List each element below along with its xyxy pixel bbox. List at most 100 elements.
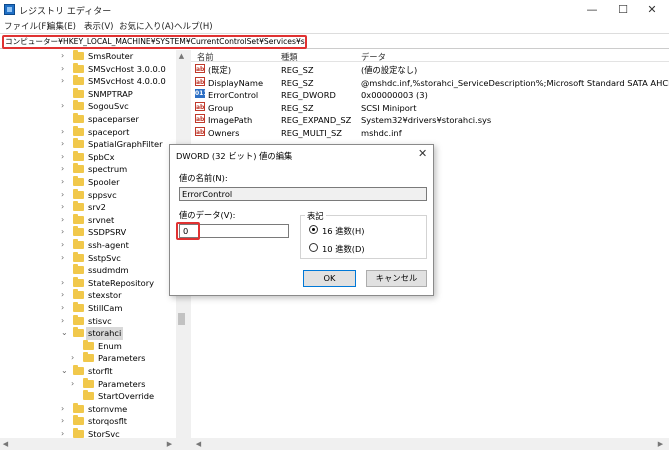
chevron-icon[interactable]: › — [61, 138, 69, 151]
close-button[interactable]: ✕ — [638, 1, 666, 18]
folder-icon — [83, 390, 94, 401]
value-data-highlight — [176, 222, 200, 240]
tree-item-label: spectrum — [88, 164, 128, 175]
value-row[interactable]: ab Owners REG_MULTI_SZ mshdc.inf — [191, 127, 669, 140]
chevron-icon[interactable]: ⌄ — [61, 327, 69, 340]
chevron-icon[interactable]: › — [71, 378, 79, 391]
tree-item-label: spaceport — [88, 126, 130, 137]
chevron-icon[interactable]: › — [61, 302, 69, 315]
value-name: (既定) — [208, 65, 232, 75]
dialog-close-icon[interactable]: ✕ — [418, 147, 427, 160]
chevron-icon[interactable]: › — [61, 214, 69, 227]
chevron-icon[interactable]: › — [61, 403, 69, 416]
folder-icon — [83, 377, 94, 388]
menu-view[interactable]: 表示(V) — [84, 20, 113, 32]
value-row[interactable]: ab DisplayName REG_SZ @mshdc.inf,%storahci_… — [191, 76, 669, 90]
menu-file[interactable]: ファイル(F) — [4, 20, 50, 32]
tree-item-label: storahci — [86, 327, 124, 340]
chevron-icon[interactable]: › — [61, 277, 69, 290]
chevron-icon[interactable]: › — [61, 252, 69, 265]
folder-icon — [73, 251, 84, 262]
tree-item-label: SmsRouter — [88, 51, 134, 61]
folder-icon — [73, 226, 84, 237]
maximize-button[interactable]: ☐ — [609, 1, 637, 18]
value-data: System32¥drivers¥storahci.sys — [361, 115, 492, 126]
decimal-radio[interactable] — [309, 243, 318, 252]
tree-item-label: spaceparser — [88, 114, 139, 124]
scroll-left-icon[interactable]: ◀ — [0, 438, 11, 450]
tree-item-label: Spooler — [88, 177, 120, 187]
title-bar: レジストリ エディター — ☐ ✕ — [0, 0, 669, 19]
tree-item-label: Parameters — [98, 353, 146, 364]
value-row[interactable]: 011 ErrorControl REG_DWORD 0x00000003 (3) — [191, 89, 669, 102]
chevron-icon[interactable]: › — [61, 163, 69, 176]
menu-favorites[interactable]: お気に入り(A) — [119, 20, 174, 32]
value-row[interactable]: ab ImagePath REG_EXPAND_SZ System32¥drivers… — [191, 114, 669, 127]
chevron-icon[interactable]: › — [61, 415, 69, 428]
string-value-icon: ab — [195, 114, 205, 124]
menu-edit[interactable]: 編集(E) — [47, 20, 76, 32]
chevron-icon[interactable]: › — [61, 226, 69, 239]
folder-icon — [83, 352, 94, 363]
value-name: ErrorControl — [208, 90, 259, 101]
minimize-button[interactable]: — — [578, 1, 606, 18]
chevron-icon[interactable]: › — [61, 189, 69, 202]
tree-item-label: SNMPTRAP — [88, 88, 133, 99]
chevron-icon[interactable]: › — [61, 289, 69, 302]
tree-horizontal-scrollbar[interactable]: ◀ ▶ — [0, 438, 187, 450]
scroll-up-icon[interactable]: ▲ — [176, 50, 187, 62]
value-row[interactable]: ab (既定) REG_SZ (値の設定なし) — [191, 64, 669, 77]
value-name: Group — [208, 102, 234, 113]
tree-item-label: srvnet — [88, 214, 115, 225]
cancel-button[interactable]: キャンセル — [366, 270, 427, 287]
chevron-icon[interactable]: › — [61, 75, 69, 88]
column-data[interactable]: データ — [361, 51, 386, 63]
value-name-field: ErrorControl — [179, 187, 427, 201]
tree-scroll-thumb[interactable] — [178, 313, 185, 325]
chevron-icon[interactable]: › — [61, 151, 69, 164]
chevron-icon[interactable]: › — [61, 100, 69, 113]
folder-icon — [73, 302, 84, 312]
folder-icon — [73, 125, 84, 136]
value-type: REG_MULTI_SZ — [281, 128, 342, 138]
tree-item-label: srv2 — [88, 202, 106, 213]
value-data-label: 値のデータ(V): — [179, 210, 236, 220]
chevron-icon[interactable]: › — [71, 352, 79, 365]
chevron-icon[interactable]: ⌄ — [61, 365, 69, 378]
scroll-right-icon[interactable]: ▶ — [164, 438, 175, 450]
value-data: SCSI Miniport — [361, 102, 417, 113]
tree-item-label: Enum — [98, 340, 122, 351]
value-name: ImagePath — [208, 115, 253, 126]
hex-radio[interactable] — [309, 225, 318, 234]
value-row[interactable]: ab Group REG_SZ SCSI Miniport — [191, 101, 669, 115]
values-horizontal-scrollbar[interactable]: ◀ ▶ — [191, 438, 669, 450]
value-name: Owners — [208, 128, 240, 138]
folder-icon — [83, 339, 94, 350]
address-bar: コンピューター¥HKEY_LOCAL_MACHINE¥SYSTEM¥Curren… — [0, 33, 669, 49]
chevron-icon[interactable]: › — [61, 428, 69, 438]
tree-item-label: Parameters — [98, 378, 146, 389]
ok-button[interactable]: OK — [303, 270, 356, 287]
chevron-icon[interactable]: › — [61, 50, 69, 63]
folder-icon — [73, 314, 84, 325]
decimal-radio-label[interactable]: 10 進数(D) — [322, 243, 365, 255]
scroll-right-icon[interactable]: ▶ — [655, 438, 666, 450]
chevron-icon[interactable]: › — [61, 63, 69, 76]
chevron-icon[interactable]: › — [61, 315, 69, 328]
folder-icon — [73, 100, 84, 111]
chevron-icon[interactable]: › — [61, 239, 69, 252]
registry-tree: › SmsRouter › SMSvcHost 3.0.0.0 › SMSvcHost 4… — [0, 50, 187, 438]
address-path[interactable]: コンピューター¥HKEY_LOCAL_MACHINE¥SYSTEM¥Curren… — [2, 35, 307, 49]
value-name-label: 値の名前(N): — [179, 173, 228, 183]
folder-icon — [73, 428, 84, 438]
tree-item-label: storflt — [88, 366, 113, 376]
chevron-icon[interactable]: › — [61, 201, 69, 214]
chevron-icon[interactable]: › — [61, 126, 69, 139]
chevron-icon[interactable]: › — [61, 176, 69, 189]
menu-help[interactable]: ヘルプ(H) — [174, 20, 213, 32]
hex-radio-label[interactable]: 16 進数(H) — [322, 225, 365, 237]
column-name[interactable]: 名前 — [197, 51, 214, 63]
folder-icon — [73, 62, 84, 73]
column-type[interactable]: 種類 — [281, 51, 298, 63]
scroll-left-icon[interactable]: ◀ — [193, 438, 204, 450]
